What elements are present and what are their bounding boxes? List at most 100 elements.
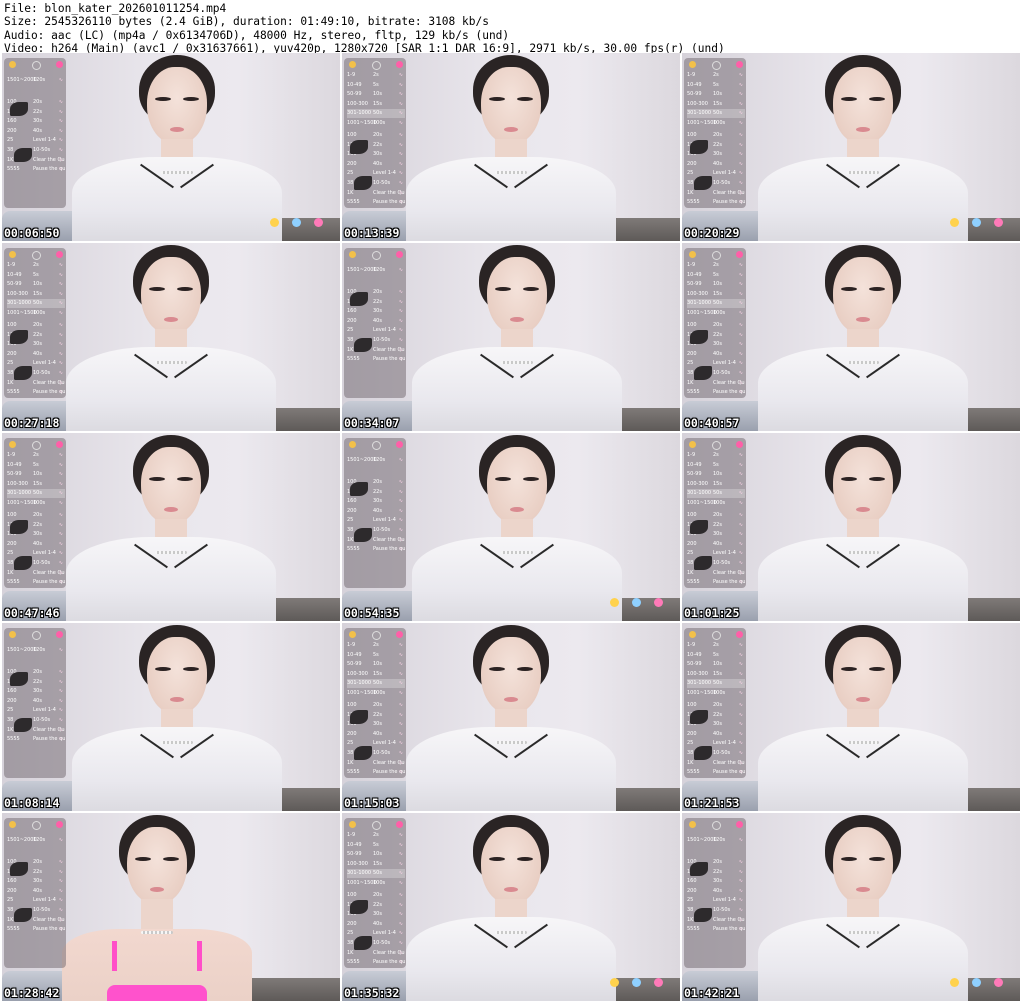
tip-menu-row: 301-1000 50s ∿ bbox=[687, 109, 745, 119]
tip-action: 5s bbox=[713, 461, 719, 468]
tip-menu-row: 1501~2000 120s ∿ bbox=[347, 266, 405, 275]
tip-row-icon: ∿ bbox=[398, 680, 403, 687]
tip-menu-row: 160 30s ∿ bbox=[7, 687, 65, 696]
right-eye bbox=[517, 667, 533, 671]
necklace bbox=[495, 741, 527, 744]
tip-row-icon: ∿ bbox=[398, 959, 403, 966]
tip-row-icon: ∿ bbox=[398, 327, 403, 334]
tip-row-icon: ∿ bbox=[738, 290, 743, 297]
necklace bbox=[501, 551, 533, 554]
tip-row-icon: ∿ bbox=[738, 926, 743, 933]
white-robe bbox=[72, 157, 282, 241]
tip-menu-row: 5555Pause the queue∿ bbox=[7, 578, 65, 587]
tip-action: 30s bbox=[373, 308, 382, 315]
tip-menu-row: 50-99 10s ∿ bbox=[687, 90, 745, 99]
tip-amount: 10-49 bbox=[7, 461, 22, 468]
tip-row-icon: ∿ bbox=[398, 901, 403, 908]
sticker-icon bbox=[610, 978, 619, 987]
tip-menu-row: 1501~2000 120s ∿ bbox=[7, 646, 65, 655]
tip-action: Level 1-4 bbox=[713, 897, 736, 904]
tip-amount: 200 bbox=[347, 507, 357, 514]
tip-action: 50s bbox=[373, 110, 382, 117]
tip-menu-row: 1-9 2s ∿ bbox=[347, 71, 405, 80]
tip-amount: 100-300 bbox=[7, 480, 28, 487]
tip-action: Level 1-4 bbox=[713, 170, 736, 177]
tip-menu-row: 50-99 10s ∿ bbox=[347, 90, 405, 99]
tip-menu-overlay: 1501~2000120s∿10020s∿12022s∿16030s∿20040… bbox=[344, 248, 406, 398]
bird-silhouette-icon bbox=[690, 140, 708, 154]
tip-action: 22s bbox=[713, 711, 722, 718]
tip-action: Level 1-4 bbox=[33, 550, 56, 557]
white-robe bbox=[412, 347, 622, 431]
tip-amount: 38 bbox=[7, 370, 14, 376]
tip-row-icon: ∿ bbox=[738, 769, 743, 776]
tip-amount: 38 bbox=[687, 907, 694, 913]
coin-icon bbox=[689, 441, 696, 448]
tip-row-icon: ∿ bbox=[738, 512, 743, 518]
bird-silhouette-icon bbox=[694, 176, 712, 190]
tip-amount: 1K bbox=[347, 949, 354, 956]
video-thumbnail: 1-9 2s ∿ 10-49 5s ∿ 50-99 10s ∿ 100-300 15s ∿ 301-10… bbox=[342, 53, 680, 241]
tip-row-icon: ∿ bbox=[738, 151, 743, 158]
tip-amount: 25 bbox=[687, 170, 694, 177]
tip-amount: 38 bbox=[347, 940, 354, 946]
tip-action: 10-50s bbox=[713, 560, 731, 566]
bird-silhouette-icon bbox=[690, 330, 708, 344]
tip-row-icon: ∿ bbox=[738, 569, 743, 576]
tip-amount: 50-99 bbox=[7, 471, 22, 478]
lips bbox=[504, 127, 518, 132]
heart-icon bbox=[736, 821, 743, 828]
video-thumbnail: 1-9 2s ∿ 10-49 5s ∿ 50-99 10s ∿ 100-300 15s ∿ 301-10… bbox=[682, 53, 1020, 241]
tip-row-icon: ∿ bbox=[398, 308, 403, 315]
tip-action: 5s bbox=[713, 271, 719, 278]
tip-action: 2s bbox=[713, 452, 719, 458]
tip-menu-row: 5555Pause the queue∿ bbox=[687, 198, 745, 207]
tip-amount: 301-1000 bbox=[7, 300, 32, 307]
tip-menu-row: 1501~2000 120s ∿ bbox=[7, 76, 65, 85]
tip-amount: 160 bbox=[7, 878, 17, 885]
tip-amount: 25 bbox=[347, 930, 354, 937]
tip-row-icon: ∿ bbox=[398, 517, 403, 524]
tip-row-icon: ∿ bbox=[58, 379, 63, 386]
tip-menu-row: 100 20s ∿ bbox=[687, 511, 745, 520]
tip-action: 30s bbox=[33, 878, 42, 885]
tip-amount: 160 bbox=[347, 308, 357, 315]
tip-row-icon: ∿ bbox=[398, 189, 403, 196]
lips bbox=[504, 887, 518, 892]
tip-amount: 10-49 bbox=[347, 841, 362, 848]
sticker-icon bbox=[292, 218, 301, 227]
bird-silhouette-icon bbox=[10, 102, 28, 116]
tip-amount: 100-300 bbox=[687, 290, 708, 297]
face bbox=[481, 637, 541, 715]
tip-row-icon: ∿ bbox=[738, 642, 743, 648]
left-eye bbox=[489, 97, 505, 101]
tip-row-icon: ∿ bbox=[738, 540, 743, 547]
tip-menu-row: 100-300 15s ∿ bbox=[347, 670, 405, 679]
tip-row-icon: ∿ bbox=[738, 310, 743, 316]
heart-icon bbox=[396, 251, 403, 258]
tip-row-icon: ∿ bbox=[398, 527, 403, 533]
tip-row-icon: ∿ bbox=[58, 389, 63, 396]
tip-action: 10-50s bbox=[373, 180, 391, 186]
tip-amount: 25 bbox=[7, 550, 14, 557]
tip-action: 30s bbox=[713, 151, 722, 158]
tip-row-icon: ∿ bbox=[738, 907, 743, 913]
tip-action: 10-50s bbox=[33, 370, 51, 376]
tip-menu-row: 160 30s ∿ bbox=[687, 877, 745, 886]
tip-action: 40s bbox=[713, 350, 722, 357]
tip-menu-row: 100 20s ∿ bbox=[347, 891, 405, 900]
tip-row-icon: ∿ bbox=[58, 878, 63, 885]
tip-menu-row: 5555Pause the queue∿ bbox=[347, 768, 405, 777]
circle-icon bbox=[32, 61, 41, 70]
tip-row-icon: ∿ bbox=[58, 310, 63, 316]
bird-silhouette-icon bbox=[690, 710, 708, 724]
tip-amount: 25 bbox=[687, 740, 694, 747]
circle-icon bbox=[712, 441, 721, 450]
tip-row-icon: ∿ bbox=[58, 127, 63, 134]
tip-menu-row: 1-9 2s ∿ bbox=[347, 831, 405, 840]
tip-amount: 200 bbox=[687, 730, 697, 737]
face bbox=[833, 257, 893, 335]
coin-icon bbox=[349, 821, 356, 828]
sticker-icon bbox=[950, 218, 959, 227]
tip-amount: 5555 bbox=[7, 166, 20, 173]
